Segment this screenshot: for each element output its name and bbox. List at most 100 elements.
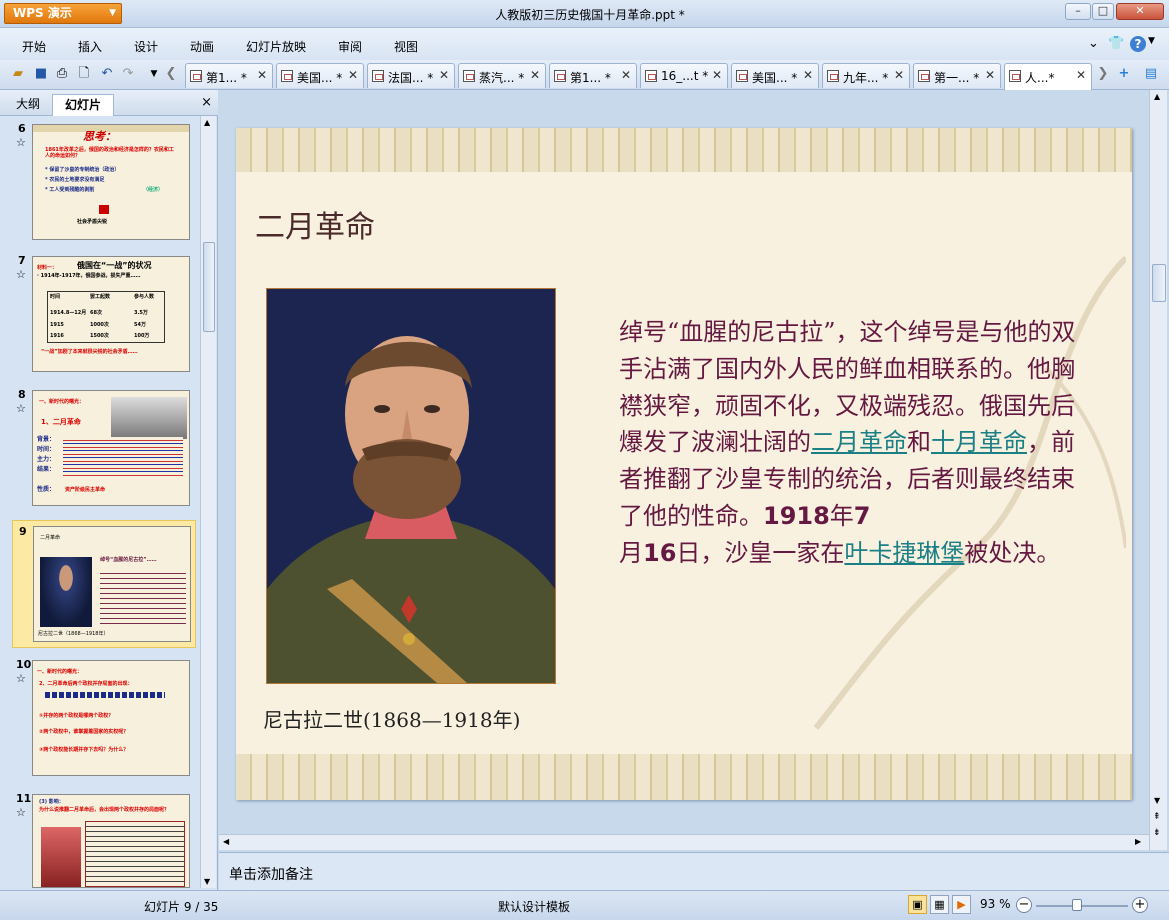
- design-template-name[interactable]: 默认设计模板: [498, 898, 570, 915]
- thumb-text: 一、新时代的曙光：: [37, 669, 83, 675]
- slide-number: 10: [16, 658, 32, 671]
- scroll-up-icon[interactable]: ▲: [204, 118, 210, 127]
- panel-scrollbar[interactable]: ▲ ▼: [200, 116, 216, 888]
- slide-thumbnail-9[interactable]: 9 二月革命 绰号“血腥的尼古拉”…… 尼古拉二世（1868—1918年）: [12, 520, 196, 648]
- doc-tab[interactable]: 蒸汽... * ✕: [458, 63, 546, 88]
- lenin-photo: [41, 827, 81, 887]
- doc-tab[interactable]: 16_...t * ✕: [640, 63, 728, 88]
- sorter-view-icon[interactable]: ▦: [930, 895, 949, 914]
- close-panel-icon[interactable]: ×: [201, 95, 212, 110]
- menu-animation[interactable]: 动画: [190, 38, 214, 55]
- previous-slide-icon[interactable]: ⇞: [1153, 812, 1161, 822]
- tabs-right-icon[interactable]: ❯: [1094, 65, 1112, 83]
- redo-icon[interactable]: ↷: [119, 65, 137, 83]
- zoom-slider-handle[interactable]: [1072, 899, 1082, 911]
- close-tab-icon[interactable]: ✕: [530, 68, 540, 82]
- zoom-in-icon[interactable]: +: [1132, 897, 1148, 913]
- thumb-text: （经济）: [143, 187, 164, 193]
- open-icon[interactable]: ▰: [9, 65, 27, 83]
- close-tab-icon[interactable]: ✕: [803, 68, 813, 82]
- collapse-ribbon-icon[interactable]: ⌄: [1088, 36, 1099, 51]
- scroll-down-icon[interactable]: ▼: [1154, 796, 1160, 805]
- zoom-level[interactable]: 93 %: [980, 897, 1011, 911]
- body-segment: 被处决。: [964, 538, 1061, 567]
- menu-insert[interactable]: 插入: [78, 38, 102, 55]
- notes-pane[interactable]: 单击添加备注: [219, 852, 1169, 890]
- menu-view[interactable]: 视图: [394, 38, 418, 55]
- portrait-thumb: [40, 557, 92, 627]
- february-revolution-link[interactable]: 二月革命: [811, 428, 907, 456]
- close-tab-icon[interactable]: ✕: [712, 68, 722, 82]
- slideshow-icon[interactable]: ▶: [952, 895, 971, 914]
- customize-dropdown-icon[interactable]: ▼: [145, 65, 163, 83]
- close-tab-icon[interactable]: ✕: [621, 68, 631, 82]
- yekaterinburg-link[interactable]: 叶卡捷琳堡: [844, 539, 964, 567]
- next-slide-icon[interactable]: ⇟: [1153, 828, 1161, 838]
- preview-icon[interactable]: 🗋: [75, 65, 93, 83]
- close-tab-icon[interactable]: ✕: [985, 68, 995, 82]
- slide-body-text[interactable]: 绰号“血腥的尼古拉”，这个绰号是与他的双手沾满了国内外人民的鲜血相联系的。他胸襟…: [619, 314, 1094, 572]
- close-tab-icon[interactable]: ✕: [1076, 68, 1086, 82]
- thumb-text: 主力：: [37, 456, 56, 463]
- body-day: 16: [643, 538, 677, 567]
- menu-review[interactable]: 审阅: [338, 38, 362, 55]
- undo-icon[interactable]: ↶: [98, 65, 116, 83]
- portrait-caption[interactable]: 尼古拉二世(1868—1918年): [263, 704, 520, 733]
- slide-thumbnail-6[interactable]: 6 ☆ 思考： 1861年改革之后，俄国的政治和经济是怎样的？农民和工人的命运如…: [0, 118, 200, 244]
- menu-design[interactable]: 设计: [134, 38, 158, 55]
- normal-view-icon[interactable]: ▣: [908, 895, 927, 914]
- zoom-out-icon[interactable]: −: [1016, 897, 1032, 913]
- print-icon[interactable]: ⎙: [53, 65, 71, 83]
- slide-counter: 幻灯片 9 / 35: [144, 900, 219, 914]
- doc-tab[interactable]: 美国... * ✕: [731, 63, 819, 88]
- slide-title[interactable]: 二月革命: [255, 202, 375, 246]
- zoom-slider[interactable]: [1036, 905, 1128, 907]
- editor-vertical-scrollbar[interactable]: ▲ ▼ ⇞ ⇟: [1149, 90, 1167, 850]
- new-tab-icon[interactable]: +: [1115, 65, 1133, 83]
- doc-tab[interactable]: 第1... * ✕: [185, 63, 273, 88]
- slide-thumbnail-10[interactable]: 10 ☆ 一、新时代的曙光： 2、二月革命后两个政权并存局面的出现： ①并存的两…: [0, 654, 200, 780]
- close-tab-icon[interactable]: ✕: [439, 68, 449, 82]
- maximize-button[interactable]: □: [1092, 3, 1114, 20]
- slide-thumbnail-8[interactable]: 8 ☆ 一、新时代的曙光： 1、二月革命 背景： 时间： 主力： 结果： 性质：…: [0, 384, 200, 510]
- doc-tab[interactable]: 法国... * ✕: [367, 63, 455, 88]
- doc-tab[interactable]: 第一... * ✕: [913, 63, 1001, 88]
- october-revolution-link[interactable]: 十月革命: [931, 428, 1027, 456]
- close-tab-icon[interactable]: ✕: [894, 68, 904, 82]
- minimize-button[interactable]: –: [1065, 3, 1091, 20]
- menu-slideshow[interactable]: 幻灯片放映: [246, 38, 306, 55]
- wps-menu-button[interactable]: WPS 演示 ▼: [4, 3, 122, 24]
- scroll-up-icon[interactable]: ▲: [1154, 92, 1160, 101]
- notes-placeholder[interactable]: 单击添加备注: [229, 864, 313, 884]
- tab-outline[interactable]: 大纲: [6, 94, 50, 116]
- slide-top-border: [236, 128, 1132, 172]
- tab-list-icon[interactable]: ▤: [1142, 65, 1160, 83]
- menu-home[interactable]: 开始: [22, 38, 46, 55]
- document-title: 人教版初三历史俄国十月革命.ppt *: [495, 8, 685, 22]
- doc-tab[interactable]: 美国... * ✕: [276, 63, 364, 88]
- thumb-quote-box: [85, 821, 185, 887]
- doc-tab[interactable]: 九年... * ✕: [822, 63, 910, 88]
- save-icon[interactable]: ■: [32, 65, 50, 83]
- editor-horizontal-scrollbar[interactable]: ◀ ▶: [219, 834, 1149, 850]
- skin-icon[interactable]: 👕: [1108, 36, 1124, 51]
- slide-thumbnail-7[interactable]: 7 ☆ 俄国在“一战”的状况 材料一： · 1914年-1917年，俄国参战，损…: [0, 250, 200, 376]
- tabs-left-icon[interactable]: ❮: [162, 65, 180, 83]
- scroll-left-icon[interactable]: ◀: [223, 837, 229, 846]
- thumb-cell: 参与人数: [134, 294, 155, 300]
- tab-slides[interactable]: 幻灯片: [52, 94, 114, 116]
- slide-thumbnail-11[interactable]: 11 ☆ (3) 影响： 为什么说推翻二月革命后，会出现两个政权并存的局面呢？: [0, 788, 200, 888]
- doc-tab[interactable]: 第1... * ✕: [549, 63, 637, 88]
- help-icon[interactable]: ?: [1130, 36, 1146, 52]
- help-dropdown-icon[interactable]: ▼: [1148, 36, 1155, 46]
- close-tab-icon[interactable]: ✕: [348, 68, 358, 82]
- scrollbar-thumb[interactable]: [1152, 264, 1166, 302]
- slide-canvas[interactable]: 二月革命 尼古拉二世(1868—1918年) 绰号“血腥的尼古拉”，这个绰号是与…: [236, 128, 1132, 800]
- portrait-image[interactable]: [266, 288, 556, 684]
- close-tab-icon[interactable]: ✕: [257, 68, 267, 82]
- close-window-button[interactable]: ✕: [1116, 3, 1164, 20]
- scrollbar-thumb[interactable]: [203, 242, 215, 332]
- doc-tab-active[interactable]: 人...* ✕: [1004, 63, 1092, 90]
- scroll-down-icon[interactable]: ▼: [204, 877, 210, 886]
- scroll-right-icon[interactable]: ▶: [1135, 837, 1141, 846]
